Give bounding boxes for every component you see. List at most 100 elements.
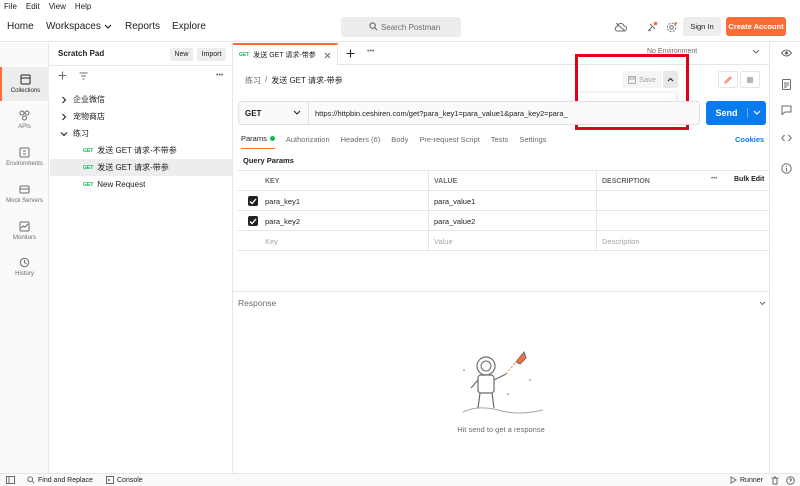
info-icon[interactable] bbox=[781, 163, 792, 174]
find-replace-button[interactable]: Find and Replace bbox=[27, 476, 93, 484]
param-description[interactable] bbox=[597, 191, 769, 211]
new-tab-icon[interactable] bbox=[346, 49, 355, 60]
nav-reports[interactable]: Reports bbox=[125, 21, 160, 32]
console-icon bbox=[106, 476, 114, 484]
trash-icon[interactable] bbox=[771, 476, 779, 485]
tree-request-2[interactable]: GET 发送 GET 请求-带参 bbox=[50, 159, 232, 176]
method-badge: GET bbox=[239, 52, 250, 58]
rail-collections[interactable]: Collections bbox=[0, 67, 49, 101]
tab-active-request[interactable]: GET 发送 GET 请求-带参 bbox=[233, 43, 338, 65]
table-row: para_key2 para_value2 bbox=[237, 211, 769, 231]
add-collection-icon[interactable] bbox=[58, 71, 67, 82]
menu-edit[interactable]: Edit bbox=[26, 2, 40, 11]
rail-mock-servers-label: Mock Servers bbox=[6, 198, 43, 204]
filter-icon[interactable] bbox=[79, 72, 88, 82]
tab-headers[interactable]: Headers (6) bbox=[341, 135, 381, 149]
cookies-link[interactable]: Cookies bbox=[735, 135, 764, 144]
breadcrumb-parent[interactable]: 练习 bbox=[245, 75, 261, 86]
code-icon[interactable] bbox=[781, 134, 792, 142]
tab-tests[interactable]: Tests bbox=[491, 135, 509, 149]
search-input[interactable]: Search Postman bbox=[341, 17, 461, 37]
param-key[interactable]: para_key2 bbox=[237, 211, 429, 231]
rail-apis[interactable]: APIs bbox=[0, 103, 49, 137]
bulk-edit-button[interactable]: Bulk Edit bbox=[734, 176, 764, 183]
param-description[interactable] bbox=[597, 211, 769, 231]
history-icon bbox=[19, 257, 30, 268]
runner-button[interactable]: Runner bbox=[729, 476, 763, 484]
rail-apis-label: APIs bbox=[18, 124, 31, 130]
nav-workspaces[interactable]: Workspaces bbox=[46, 21, 112, 32]
tab-body[interactable]: Body bbox=[391, 135, 408, 149]
sign-in-button[interactable]: Sign In bbox=[683, 17, 721, 36]
new-param-description[interactable]: Description bbox=[597, 231, 769, 251]
method-badge: GET bbox=[83, 147, 94, 154]
menu-file[interactable]: File bbox=[4, 2, 17, 11]
param-key[interactable]: para_key1 bbox=[237, 191, 429, 211]
send-label: Send bbox=[706, 108, 748, 118]
satellite-icon[interactable] bbox=[645, 20, 659, 34]
new-param-key[interactable]: Key bbox=[237, 231, 429, 251]
import-button[interactable]: Import bbox=[197, 48, 226, 61]
url-input[interactable]: https://httpbin.ceshiren.com/get?para_ke… bbox=[309, 109, 568, 118]
sidebar-toggle-icon[interactable] bbox=[6, 476, 15, 484]
monitors-icon bbox=[19, 221, 30, 232]
tab-more-icon[interactable]: ••• bbox=[367, 48, 374, 55]
tab-authorization[interactable]: Authorization bbox=[286, 135, 330, 149]
breadcrumb-separator: / bbox=[265, 75, 268, 84]
query-params-title: Query Params bbox=[243, 156, 294, 165]
mock-servers-icon bbox=[19, 185, 30, 194]
document-icon[interactable] bbox=[782, 79, 791, 90]
tree-request-1[interactable]: GET 发送 GET 请求-不带参 bbox=[50, 142, 232, 159]
chevron-down-icon bbox=[104, 24, 112, 29]
param-value[interactable]: para_value1 bbox=[429, 191, 597, 211]
breadcrumb-current[interactable]: 发送 GET 请求-带参 bbox=[271, 75, 342, 86]
eye-icon[interactable] bbox=[781, 49, 792, 57]
rail-collections-label: Collections bbox=[10, 88, 41, 94]
tab-pre-request-script[interactable]: Pre-request Script bbox=[419, 135, 479, 149]
status-bar: Find and Replace Console Runner bbox=[0, 473, 800, 486]
new-param-value[interactable]: Value bbox=[429, 231, 597, 251]
rail-history[interactable]: History bbox=[0, 250, 49, 284]
search-icon bbox=[27, 476, 35, 484]
rail-environments[interactable]: Environments bbox=[0, 140, 49, 174]
tree-folder-2[interactable]: 宠物商店 bbox=[50, 108, 232, 125]
chevron-right-icon bbox=[62, 113, 67, 120]
send-button[interactable]: Send bbox=[706, 101, 766, 125]
tree-request-3[interactable]: GET New Request bbox=[50, 176, 232, 193]
menu-view[interactable]: View bbox=[49, 2, 66, 11]
create-account-button[interactable]: Create Account bbox=[726, 17, 786, 36]
tab-settings[interactable]: Settings bbox=[519, 135, 546, 149]
new-button[interactable]: New bbox=[170, 48, 193, 61]
rail-monitors[interactable]: Monitors bbox=[0, 214, 49, 248]
chevron-down-icon[interactable] bbox=[752, 48, 760, 57]
edit-icon[interactable] bbox=[718, 71, 738, 88]
sync-cloud-icon[interactable] bbox=[613, 20, 627, 34]
param-value[interactable]: para_value2 bbox=[429, 211, 597, 231]
params-table: KEY VALUE DESCRIPTION ••• Bulk Edit para… bbox=[237, 170, 769, 251]
tab-label: 发送 GET 请求-带参 bbox=[253, 52, 316, 59]
menu-bar: File Edit View Help bbox=[0, 0, 800, 12]
help-icon[interactable] bbox=[786, 476, 795, 485]
tree-folder-label: 练习 bbox=[73, 129, 89, 138]
chevron-down-icon[interactable] bbox=[759, 301, 766, 306]
method-select[interactable]: GET bbox=[239, 102, 309, 124]
rail-mock-servers[interactable]: Mock Servers bbox=[0, 177, 49, 211]
tree-folder-3[interactable]: 练习 bbox=[50, 125, 232, 142]
tab-params[interactable]: Params bbox=[241, 134, 275, 149]
comment-icon[interactable] bbox=[781, 105, 792, 115]
console-button[interactable]: Console bbox=[106, 476, 143, 484]
right-rail bbox=[769, 43, 800, 473]
nav-explore[interactable]: Explore bbox=[172, 21, 206, 32]
chevron-down-icon[interactable] bbox=[753, 110, 761, 116]
tree-folder-1[interactable]: 企业微信 bbox=[50, 91, 232, 108]
more-options-icon[interactable]: ••• bbox=[216, 72, 223, 79]
nav-home[interactable]: Home bbox=[7, 21, 34, 32]
collections-icon bbox=[20, 74, 31, 85]
settings-gear-icon[interactable] bbox=[664, 20, 678, 34]
search-icon bbox=[369, 22, 378, 31]
menu-help[interactable]: Help bbox=[75, 2, 91, 11]
documentation-icon[interactable] bbox=[740, 71, 760, 88]
columns-more-icon[interactable]: ••• bbox=[711, 176, 717, 182]
tree-request-label: New Request bbox=[97, 180, 146, 189]
close-icon[interactable] bbox=[324, 52, 331, 59]
